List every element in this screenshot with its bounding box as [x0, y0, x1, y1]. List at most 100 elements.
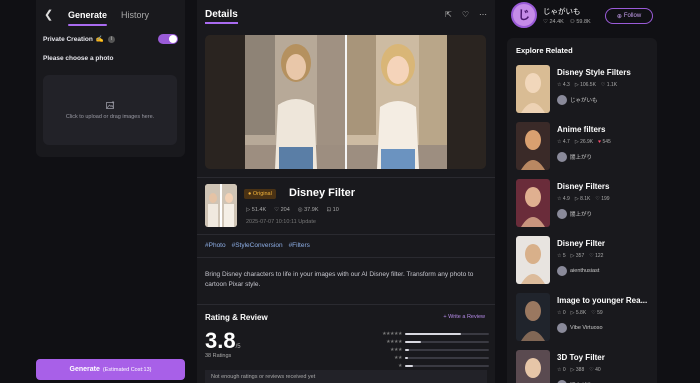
views-value: 51.4K: [251, 207, 267, 213]
back-arrow-icon[interactable]: ❮: [44, 8, 54, 21]
rating-value: 4.9: [562, 196, 570, 202]
related-item-thumbnail[interactable]: [516, 293, 550, 341]
related-item-thumbnail[interactable]: [516, 65, 550, 113]
favorite-icon[interactable]: ♡: [462, 10, 469, 19]
ratings-count: 38 Ratings: [205, 353, 232, 359]
generate-cost: (Estimated Cost:13): [102, 366, 152, 373]
creator-avatar[interactable]: じ: [511, 2, 537, 28]
upload-dropzone[interactable]: Click to upload or drag images here.: [43, 75, 177, 145]
rating-fill: [405, 364, 413, 367]
tag-filters[interactable]: #Filters: [289, 242, 310, 249]
related-item-title[interactable]: Disney Filter: [557, 239, 656, 248]
rating-stat: ☆ 4.7: [557, 139, 570, 145]
related-item-title[interactable]: 3D Toy Filter: [557, 353, 656, 362]
share-icon[interactable]: ⇱: [445, 10, 452, 19]
tab-history[interactable]: History: [121, 6, 149, 24]
related-item-title[interactable]: Disney Filters: [557, 182, 656, 191]
views-stat: ▷ 106.5K: [574, 82, 596, 88]
explore-related-panel: Explore Related Disney Style Filters ☆ 4…: [507, 38, 657, 383]
rating-heading: Rating & Review: [205, 313, 268, 322]
choose-photo-label: Please choose a photo: [43, 55, 114, 62]
related-item-image: [516, 236, 550, 284]
likes-stat: ♡ 199: [595, 196, 609, 202]
creator-name[interactable]: じゃがいも: [543, 6, 581, 17]
rating-fill: [405, 340, 421, 343]
original-badge: ● Original: [244, 189, 276, 199]
stars-icon: ★★★★★: [382, 330, 402, 337]
no-reviews-notice: Not enough ratings or reviews received y…: [205, 370, 487, 383]
related-item-author[interactable]: じゃがいも: [557, 95, 598, 105]
creator-likes-value: 24.4K: [549, 19, 564, 25]
related-item-image: [516, 122, 550, 170]
related-item-card[interactable]: Disney Filters ☆ 4.9 ▷ 8.1K ♡ 199 闇上がり: [516, 179, 656, 229]
info-icon[interactable]: i: [107, 35, 115, 43]
related-item-thumbnail[interactable]: [516, 122, 550, 170]
views-value: 8.1K: [580, 196, 591, 202]
related-item-author[interactable]: 闇上がり: [557, 209, 592, 219]
filter-description: Bring Disney characters to life in your …: [205, 271, 474, 289]
heart-icon: ♥: [598, 139, 602, 145]
related-item-card[interactable]: Disney Style Filters ☆ 4.3 ▷ 106.5K ♡ 1.…: [516, 65, 656, 115]
private-creation-label: Private Creation: [43, 35, 93, 43]
views-stat: ▷ 26.9K: [574, 139, 594, 145]
follow-button[interactable]: ⊕ Follow: [605, 8, 653, 24]
uses-stat: ◎ 37.9K: [297, 207, 319, 213]
divider: [197, 177, 495, 178]
average-score: 3.8/5: [205, 328, 241, 354]
views-value: 357: [575, 253, 585, 259]
generate-button[interactable]: Generate (Estimated Cost:13): [36, 359, 185, 380]
filter-thumbnail[interactable]: [205, 184, 237, 227]
filter-title: Disney Filter: [289, 187, 356, 199]
rating-stat: ☆ 5: [557, 253, 566, 259]
rating-bar-3: ★★★: [373, 346, 489, 353]
private-creation-row: Private Creation ✍ i: [36, 33, 185, 45]
stars-icon: ★★: [394, 354, 402, 361]
views-value: 106.5K: [580, 82, 596, 88]
related-item-title[interactable]: Anime filters: [557, 125, 656, 134]
related-item-author[interactable]: aienthusiast: [557, 266, 599, 276]
related-item-thumbnail[interactable]: [516, 236, 550, 284]
write-review-link[interactable]: + Write a Review: [443, 314, 485, 320]
author-avatar: [557, 266, 567, 276]
rating-value: 0: [562, 310, 566, 316]
divider: [197, 304, 495, 305]
author-name: aienthusiast: [570, 268, 600, 274]
divider: [197, 234, 495, 235]
related-item-stats: ☆ 4.3 ▷ 106.5K ♡ 1.1K: [557, 82, 617, 88]
tag-style-conversion[interactable]: #StyleConversion: [232, 242, 283, 249]
follow-label: Follow: [623, 13, 642, 19]
private-creation-toggle[interactable]: [158, 34, 178, 44]
related-item-card[interactable]: 3D Toy Filter ☆ 0 ▷ 388 ♡ 40 闇上がり: [516, 350, 656, 383]
related-item-image: [516, 179, 550, 227]
related-item-title[interactable]: Image to younger Rea...: [557, 296, 656, 305]
related-item-stats: ☆ 5 ▷ 357 ♡ 122: [557, 253, 603, 259]
tab-generate[interactable]: Generate: [68, 6, 108, 26]
related-item-title[interactable]: Disney Style Filters: [557, 68, 656, 77]
upload-hint: Click to upload or drag images here.: [65, 113, 155, 120]
author-avatar: [557, 209, 567, 219]
related-item-card[interactable]: Disney Filter ☆ 5 ▷ 357 ♡ 122 aienthusia…: [516, 236, 656, 286]
related-item-card[interactable]: Image to younger Rea... ☆ 0 ▷ 5.8K ♡ 59 …: [516, 293, 656, 343]
scrollbar[interactable]: [685, 0, 691, 383]
related-item-author[interactable]: Vibe Virtuoso: [557, 323, 603, 333]
related-item-card[interactable]: Anime filters ☆ 4.7 ▷ 26.9K ♥ 545 闇上がり: [516, 122, 656, 172]
rating-bar-4: ★★★★: [373, 338, 489, 345]
rating-stat: ☆ 0: [557, 310, 566, 316]
tag-photo[interactable]: #Photo: [205, 242, 226, 249]
rating-bar-5: ★★★★★: [373, 330, 489, 337]
add-user-icon: ⊕: [616, 13, 622, 20]
choose-photo-row: Please choose a photo: [36, 55, 185, 62]
related-item-thumbnail[interactable]: [516, 179, 550, 227]
generate-panel: ❮ Generate History Private Creation ✍ i …: [36, 0, 185, 157]
author-name: Vibe Virtuoso: [570, 325, 603, 331]
likes-value: 1.1K: [606, 82, 618, 88]
rating-bar-2: ★★: [373, 354, 489, 361]
related-item-author[interactable]: 闇上がり: [557, 152, 592, 162]
likes-value: 204: [280, 207, 290, 213]
more-icon[interactable]: ⋯: [479, 10, 487, 19]
related-item-image: [516, 350, 550, 383]
saves-value: 10: [332, 207, 339, 213]
creator-stats: ♡ 24.4K ⚇ 59.8K: [543, 19, 591, 25]
related-item-thumbnail[interactable]: [516, 350, 550, 383]
likes-value: 122: [595, 253, 604, 259]
